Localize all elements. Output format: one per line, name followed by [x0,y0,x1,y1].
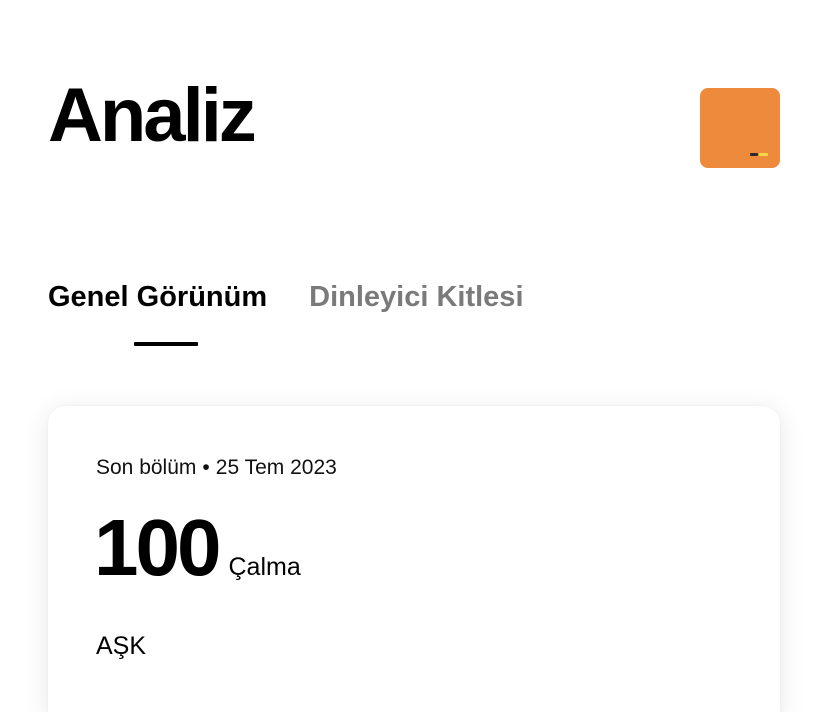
tab-audience[interactable]: Dinleyici Kitlesi [309,278,523,316]
episode-meta: Son bölüm • 25 Tem 2023 [96,456,337,480]
plays-count: 100 [94,503,221,592]
active-tab-indicator [134,342,198,346]
tab-overview[interactable]: Genel Görünüm [48,278,267,316]
episode-title: AŞK [96,632,147,660]
latest-episode-card[interactable]: Son bölüm • 25 Tem 2023 100 Çalma AŞK [48,406,780,712]
analytics-page: Analiz Genel Görünüm Dinleyici Kitlesi S… [0,0,828,712]
podcast-cover-image[interactable] [700,88,780,168]
meta-label: Son bölüm [96,456,197,479]
cover-logo-icon [750,153,768,156]
tab-bar: Genel Görünüm Dinleyici Kitlesi [48,278,524,346]
episode-date: 25 Tem 2023 [215,456,337,479]
plays-unit-label: Çalma [228,553,301,581]
plays-stat: 100 Çalma [94,508,301,588]
page-title: Analiz [48,73,257,158]
meta-separator: • [202,456,210,479]
